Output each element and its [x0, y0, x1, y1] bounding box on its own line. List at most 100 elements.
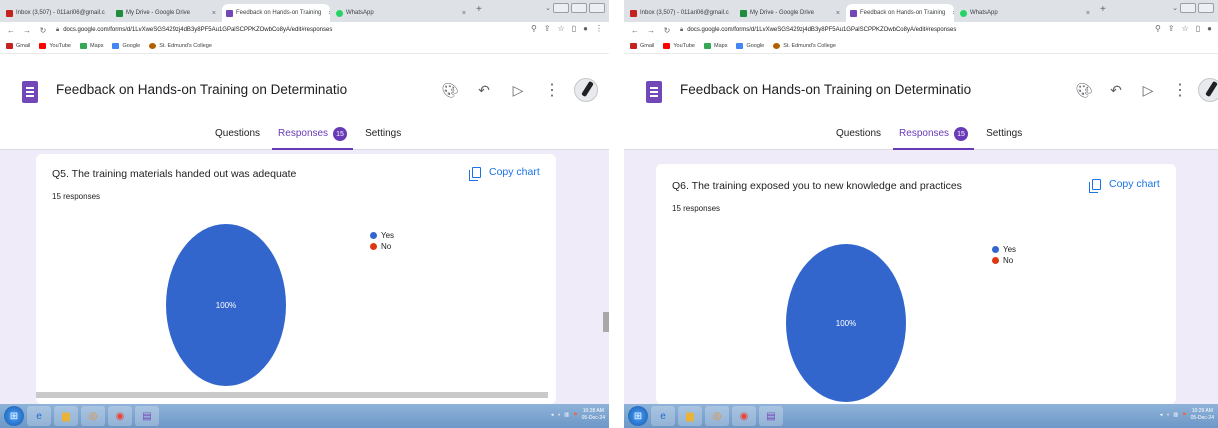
close-tab-icon[interactable]: ×	[948, 10, 954, 17]
new-tab-button[interactable]: +	[476, 4, 482, 15]
tab-responses[interactable]: Responses 15	[272, 127, 354, 150]
tab-whatsapp[interactable]: WhatsApp ×	[332, 4, 470, 22]
more-vert-icon[interactable]: ⋮	[542, 80, 562, 100]
more-vert-icon[interactable]: ⋮	[595, 24, 603, 33]
forward-arrow-icon[interactable]: →	[22, 26, 32, 35]
tab-whatsapp[interactable]: WhatsApp ×	[956, 4, 1094, 22]
reload-icon[interactable]: ↻	[38, 26, 48, 35]
clock[interactable]: 10:28 AM 05-Dec-24	[582, 408, 605, 422]
profile-icon[interactable]: ●	[1207, 24, 1212, 33]
chevron-down-icon[interactable]: ⌄	[1172, 4, 1178, 12]
zoom-icon[interactable]: ⚲	[531, 24, 537, 33]
close-tab-icon[interactable]: ×	[324, 10, 330, 17]
close-tab-icon[interactable]: ×	[732, 10, 734, 17]
minimize-button[interactable]	[553, 3, 569, 13]
palette-icon[interactable]: 🎨︎	[440, 82, 460, 99]
horizontal-scrollbar[interactable]	[36, 392, 548, 398]
google-forms-logo-icon[interactable]	[646, 81, 662, 103]
tab-questions[interactable]: Questions	[215, 128, 260, 150]
side-panel-icon[interactable]: ▯	[572, 24, 576, 33]
undo-icon[interactable]: ↶	[1106, 82, 1126, 99]
taskbar-media-icon[interactable]: ◎	[81, 406, 105, 426]
bookmark-gmail[interactable]: Gmail	[6, 42, 30, 49]
tab-feedback-form[interactable]: Feedback on Hands-on Training ×	[846, 4, 954, 22]
taskbar-folder-icon[interactable]: ▆	[678, 406, 702, 426]
profile-icon[interactable]: ●	[583, 24, 588, 33]
bookmark-youtube[interactable]: YouTube	[39, 42, 71, 49]
bookmark-star-icon[interactable]: ☆	[1182, 24, 1189, 33]
tab-gmail[interactable]: Inbox (3,507) - 011ari06@gmail.c ×	[626, 4, 734, 22]
taskbar-chrome-icon[interactable]: ◉	[108, 406, 132, 426]
start-button[interactable]: ⊞	[4, 406, 24, 426]
bookmark-google[interactable]: Google	[736, 42, 764, 49]
tab-questions[interactable]: Questions	[836, 128, 881, 150]
close-window-button[interactable]	[589, 3, 605, 13]
send-icon[interactable]: ▷	[1138, 82, 1158, 99]
tab-google-drive[interactable]: My Drive - Google Drive ×	[112, 4, 220, 22]
side-panel-icon[interactable]: ▯	[1196, 24, 1200, 33]
avatar[interactable]	[1198, 78, 1218, 102]
tab-settings[interactable]: Settings	[365, 128, 401, 150]
undo-icon[interactable]: ↶	[474, 82, 494, 99]
share-icon[interactable]: ⇪	[544, 24, 551, 33]
tab-google-drive[interactable]: My Drive - Google Drive ×	[736, 4, 844, 22]
taskbar-folder-icon[interactable]: ▆	[54, 406, 78, 426]
close-tab-icon[interactable]: ×	[208, 10, 216, 17]
copy-chart-button[interactable]: Copy chart	[469, 166, 540, 181]
google-forms-logo-icon[interactable]	[22, 81, 38, 103]
taskbar-ie-icon[interactable]: e	[651, 406, 675, 426]
form-title[interactable]: Feedback on Hands-on Training on Determi…	[680, 82, 971, 97]
bookmark-college[interactable]: St. Edmund's College	[773, 42, 836, 49]
taskbar-chrome-icon[interactable]: ◉	[732, 406, 756, 426]
bookmark-maps[interactable]: Maps	[80, 42, 103, 49]
vertical-scrollbar[interactable]	[603, 312, 609, 332]
taskbar-forms-icon[interactable]: ▤	[135, 406, 159, 426]
back-arrow-icon[interactable]: ←	[6, 26, 16, 35]
palette-icon[interactable]: 🎨︎	[1074, 82, 1094, 99]
flag-icon[interactable]: ⚑	[1182, 412, 1186, 418]
url-field[interactable]: 🔒︎ docs.google.com/forms/d/1LvXweSGS429z…	[56, 27, 332, 34]
flag-icon[interactable]: ⚑	[573, 412, 577, 418]
bookmark-college[interactable]: St. Edmund's College	[149, 42, 212, 49]
copy-chart-button[interactable]: Copy chart	[1089, 178, 1160, 193]
volume-icon[interactable]: ◖	[1166, 412, 1169, 418]
send-icon[interactable]: ▷	[508, 82, 528, 99]
close-tab-icon[interactable]: ×	[108, 10, 110, 17]
close-tab-icon[interactable]: ×	[458, 10, 466, 17]
tab-responses[interactable]: Responses 15	[893, 127, 975, 150]
clock[interactable]: 10:29 AM 05-Dec-24	[1191, 408, 1214, 422]
maximize-button[interactable]	[1198, 3, 1214, 13]
avatar[interactable]	[574, 78, 598, 102]
bookmark-gmail[interactable]: Gmail	[630, 42, 654, 49]
new-tab-button[interactable]: +	[1100, 4, 1106, 15]
taskbar-forms-icon[interactable]: ▤	[759, 406, 783, 426]
bookmark-youtube[interactable]: YouTube	[663, 42, 695, 49]
tab-feedback-form[interactable]: Feedback on Hands-on Training ×	[222, 4, 330, 22]
taskbar-ie-icon[interactable]: e	[27, 406, 51, 426]
share-icon[interactable]: ⇪	[1168, 24, 1175, 33]
tray-arrow-icon[interactable]: ◂	[551, 412, 554, 418]
minimize-button[interactable]	[1180, 3, 1196, 13]
forward-arrow-icon[interactable]: →	[646, 26, 656, 35]
bookmark-star-icon[interactable]: ☆	[558, 24, 565, 33]
bookmark-google[interactable]: Google	[112, 42, 140, 49]
network-icon[interactable]: ▥	[564, 412, 569, 418]
taskbar-media-icon[interactable]: ◎	[705, 406, 729, 426]
close-tab-icon[interactable]: ×	[1082, 10, 1090, 17]
network-icon[interactable]: ▥	[1173, 412, 1178, 418]
reload-icon[interactable]: ↻	[662, 26, 672, 35]
chevron-down-icon[interactable]: ⌄	[545, 4, 551, 12]
url-field[interactable]: 🔒︎ docs.google.com/forms/d/1LvXweSGS429z…	[680, 27, 956, 34]
tray-arrow-icon[interactable]: ◂	[1160, 412, 1163, 418]
more-vert-icon[interactable]: ⋮	[1170, 80, 1190, 100]
volume-icon[interactable]: ◖	[557, 412, 560, 418]
tab-settings[interactable]: Settings	[986, 128, 1022, 150]
back-arrow-icon[interactable]: ←	[630, 26, 640, 35]
close-tab-icon[interactable]: ×	[832, 10, 840, 17]
maximize-button[interactable]	[571, 3, 587, 13]
bookmark-maps[interactable]: Maps	[704, 42, 727, 49]
tab-gmail[interactable]: Inbox (3,507) - 011ari06@gmail.c ×	[2, 4, 110, 22]
start-button[interactable]: ⊞	[628, 406, 648, 426]
form-title[interactable]: Feedback on Hands-on Training on Determi…	[56, 82, 347, 97]
zoom-icon[interactable]: ⚲	[1155, 24, 1161, 33]
